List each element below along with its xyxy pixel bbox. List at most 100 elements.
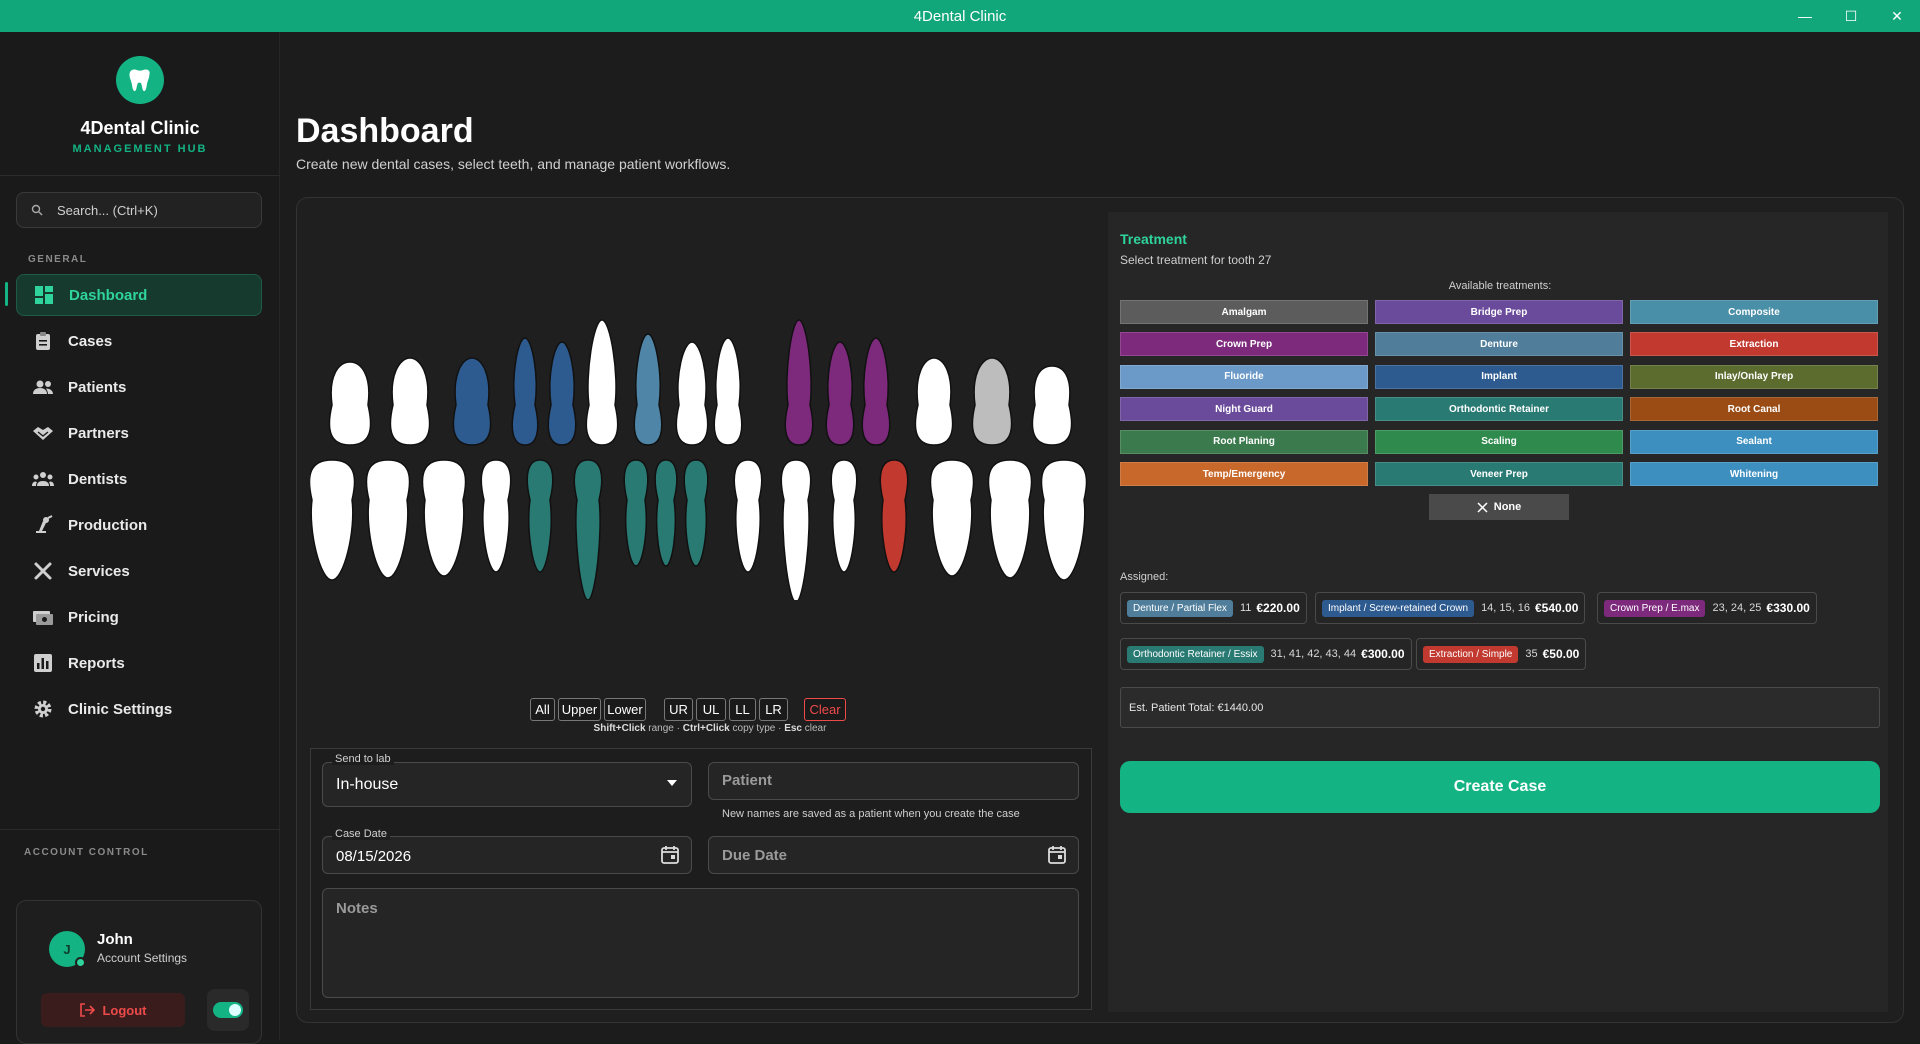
lower-tooth[interactable] — [623, 459, 649, 567]
upper-tooth[interactable] — [328, 361, 372, 446]
lower-tooth[interactable] — [987, 459, 1033, 579]
lower-tooth[interactable] — [654, 459, 678, 567]
maximize-icon[interactable]: ☐ — [1828, 0, 1874, 32]
theme-toggle[interactable] — [207, 989, 249, 1031]
upper-tooth[interactable] — [914, 357, 954, 446]
lower-tooth[interactable] — [573, 459, 603, 600]
lower-tooth[interactable] — [365, 459, 411, 579]
close-icon — [1477, 501, 1488, 513]
lower-tooth[interactable] — [780, 459, 812, 600]
upper-tooth[interactable] — [511, 337, 539, 446]
upper-tooth[interactable] — [675, 341, 709, 446]
treatment-option[interactable]: Extraction — [1630, 332, 1878, 357]
handshake-icon — [32, 422, 54, 444]
sidebar-item-label: Production — [68, 516, 148, 534]
select-upper-button[interactable]: Upper — [558, 698, 601, 721]
lower-tooth[interactable] — [421, 459, 467, 577]
sidebar-item-pricing[interactable]: Pricing — [16, 596, 262, 638]
treatment-option[interactable]: Scaling — [1375, 429, 1623, 454]
sidebar-item-production[interactable]: Production — [16, 504, 262, 546]
upper-tooth[interactable] — [713, 337, 743, 446]
treatment-option[interactable]: Composite — [1630, 300, 1878, 324]
treatment-type-tag: Implant / Screw-retained Crown — [1322, 599, 1475, 617]
treatment-option[interactable]: Crown Prep — [1120, 332, 1368, 357]
sidebar-item-reports[interactable]: Reports — [16, 642, 262, 684]
logout-icon — [80, 1003, 96, 1017]
assigned-treatment-chip[interactable]: Orthodontic Retainer / Essix 31, 41, 42, … — [1120, 638, 1412, 670]
select-ll-button[interactable]: LL — [729, 698, 756, 721]
treatment-type-tag: Orthodontic Retainer / Essix — [1127, 645, 1264, 663]
upper-tooth[interactable] — [825, 341, 855, 446]
sidebar-item-dentists[interactable]: Dentists — [16, 458, 262, 500]
treatment-option[interactable]: Veneer Prep — [1375, 462, 1623, 486]
available-treatments-label: Available treatments: — [1448, 280, 1552, 292]
lower-tooth[interactable] — [480, 459, 512, 573]
treatment-option[interactable]: Amalgam — [1120, 300, 1368, 324]
calendar-icon[interactable] — [1048, 845, 1066, 864]
account-settings-link[interactable]: Account Settings — [97, 951, 187, 965]
lower-tooth[interactable] — [310, 459, 356, 581]
assigned-treatment-chip[interactable]: Implant / Screw-retained Crown 14, 15, 16… — [1315, 592, 1586, 624]
notes-textarea[interactable] — [322, 888, 1079, 998]
treatment-option[interactable]: Orthodontic Retainer — [1375, 397, 1623, 422]
assigned-treatment-chip[interactable]: Extraction / Simple 35 €50.00 — [1416, 638, 1587, 670]
sidebar-item-clinic-settings[interactable]: Clinic Settings — [16, 688, 262, 730]
upper-tooth[interactable] — [452, 357, 492, 446]
treatment-option[interactable]: Root Canal — [1630, 397, 1878, 422]
upper-tooth[interactable] — [633, 333, 663, 446]
tooth-numbers: 35 — [1525, 648, 1538, 660]
lower-tooth[interactable] — [830, 459, 858, 573]
select-lower-button[interactable]: Lower — [604, 698, 646, 721]
sidebar-item-cases[interactable]: Cases — [16, 320, 262, 362]
upper-tooth[interactable] — [784, 319, 814, 446]
close-icon[interactable]: ✕ — [1874, 0, 1920, 32]
upper-tooth[interactable] — [389, 357, 431, 446]
upper-tooth[interactable] — [1031, 365, 1073, 446]
treatment-option[interactable]: Bridge Prep — [1375, 300, 1623, 324]
sidebar-item-services[interactable]: Services — [16, 550, 262, 592]
lower-tooth[interactable] — [1040, 459, 1088, 581]
logout-button[interactable]: Logout — [41, 993, 185, 1027]
treatment-option[interactable]: Sealant — [1630, 429, 1878, 454]
treatment-option[interactable]: Inlay/Onlay Prep — [1630, 364, 1878, 389]
calendar-icon[interactable] — [661, 845, 679, 864]
treatment-amount: €50.00 — [1542, 647, 1580, 661]
lower-tooth[interactable] — [929, 459, 975, 577]
treatment-amount: €300.00 — [1361, 647, 1405, 661]
treatment-option[interactable]: Root Planing — [1120, 429, 1368, 454]
create-case-button[interactable]: Create Case — [1120, 761, 1880, 813]
tools-icon — [32, 560, 54, 582]
select-all-button[interactable]: All — [530, 698, 555, 721]
case-date-label: Case Date — [332, 828, 390, 840]
upper-tooth[interactable] — [861, 337, 891, 446]
select-lr-button[interactable]: LR — [759, 698, 788, 721]
select-ul-button[interactable]: UL — [696, 698, 726, 721]
lower-tooth[interactable] — [733, 459, 763, 573]
sidebar-item-patients[interactable]: Patients — [16, 366, 262, 408]
lower-tooth[interactable] — [879, 459, 909, 573]
none-treatment-button[interactable]: None — [1429, 494, 1569, 520]
treatment-option[interactable]: Whitening — [1630, 462, 1878, 486]
treatment-option[interactable]: Denture — [1375, 332, 1623, 357]
treatment-option[interactable]: Temp/Emergency — [1120, 462, 1368, 486]
chevron-down-icon — [667, 780, 677, 786]
treatment-option[interactable]: Night Guard — [1120, 397, 1368, 422]
group-icon — [32, 468, 54, 490]
upper-tooth[interactable] — [585, 319, 619, 446]
sidebar-item-partners[interactable]: Partners — [16, 412, 262, 454]
search-input[interactable]: Search... (Ctrl+K) — [16, 192, 262, 228]
treatment-option[interactable]: Fluoride — [1120, 364, 1368, 389]
assigned-treatment-chip[interactable]: Denture / Partial Flex 11 €220.00 — [1120, 592, 1307, 624]
account-name: John — [97, 931, 133, 948]
clear-selection-button[interactable]: Clear — [804, 698, 846, 721]
assigned-treatment-chip[interactable]: Crown Prep / E.max 23, 24, 25 €330.00 — [1597, 592, 1817, 624]
search-placeholder: Search... (Ctrl+K) — [57, 202, 158, 218]
upper-tooth[interactable] — [971, 357, 1013, 446]
lower-tooth[interactable] — [526, 459, 554, 573]
lower-tooth[interactable] — [683, 459, 709, 567]
treatment-option[interactable]: Implant — [1375, 364, 1623, 389]
upper-tooth[interactable] — [547, 341, 577, 446]
sidebar-item-dashboard[interactable]: Dashboard — [16, 274, 262, 316]
minimize-icon[interactable]: — — [1782, 0, 1828, 32]
select-ur-button[interactable]: UR — [664, 698, 693, 721]
